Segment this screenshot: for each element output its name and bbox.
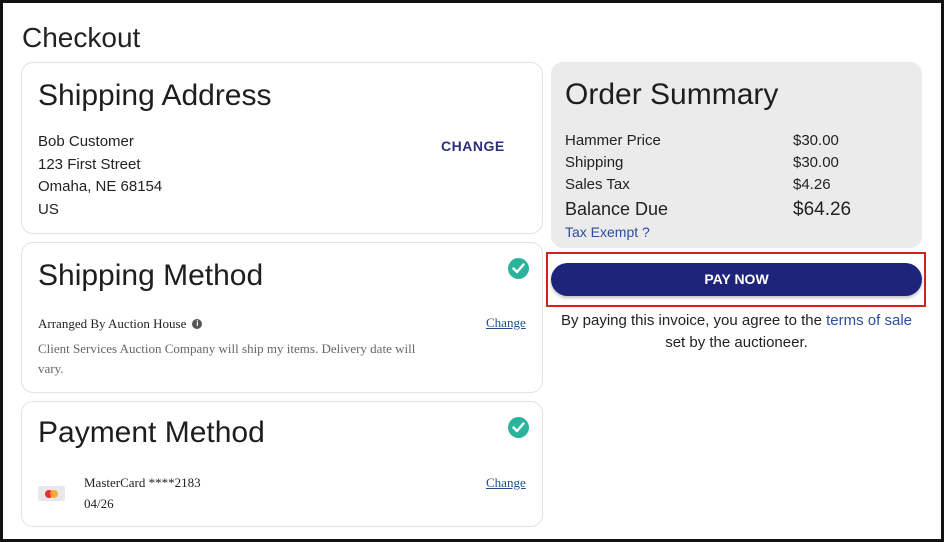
address-block: Bob Customer 123 First Street Omaha, NE … xyxy=(38,131,162,221)
card-expiry: 04/26 xyxy=(84,496,114,511)
terms-of-sale-link[interactable]: terms of sale xyxy=(826,312,912,329)
order-summary-heading: Order Summary xyxy=(565,78,779,111)
tax-exempt-link[interactable]: Tax Exempt ? xyxy=(565,224,650,240)
shipping-address-card: Shipping Address Bob Customer 123 First … xyxy=(21,62,543,234)
summary-label: Hammer Price xyxy=(565,132,661,149)
order-summary-panel: Order Summary Hammer Price $30.00 Shippi… xyxy=(551,62,922,248)
address-city: Omaha, NE 68154 xyxy=(38,178,163,195)
address-street: 123 First Street xyxy=(38,155,141,173)
address-country: US xyxy=(38,200,59,218)
shipping-method-name: Arranged By Auction House xyxy=(38,316,187,331)
summary-row-shipping: Shipping $30.00 xyxy=(565,154,855,171)
check-circle-icon xyxy=(508,258,529,279)
shipping-address-heading: Shipping Address xyxy=(38,79,272,112)
payment-method-card: Payment Method MasterCard ****2183 04/26… xyxy=(21,401,543,527)
shipping-method-heading: Shipping Method xyxy=(38,259,264,292)
summary-row-balance-due: Balance Due $64.26 xyxy=(565,199,855,220)
balance-due-label: Balance Due xyxy=(565,199,669,219)
shipping-method-name-row: Arranged By Auction House i xyxy=(38,316,203,332)
payment-method-heading: Payment Method xyxy=(38,416,265,449)
address-name: Bob Customer xyxy=(38,133,134,150)
summary-value: $30.00 xyxy=(793,154,839,171)
change-payment-method-link[interactable]: Change xyxy=(486,475,526,491)
summary-label: Shipping xyxy=(565,154,624,171)
check-circle-icon xyxy=(508,417,529,438)
balance-due-value: $64.26 xyxy=(793,199,852,220)
mastercard-icon xyxy=(38,486,65,501)
info-icon[interactable]: i xyxy=(192,319,203,329)
card-number: MasterCard ****2183 xyxy=(84,475,201,490)
change-address-button[interactable]: CHANGE xyxy=(441,138,505,154)
shipping-method-description: Client Services Auction Company will shi… xyxy=(38,341,416,376)
summary-row-hammer-price: Hammer Price $30.00 xyxy=(565,132,855,149)
terms-notice: By paying this invoice, you agree to the… xyxy=(551,310,922,354)
page-title: Checkout xyxy=(22,22,141,53)
terms-suffix: set by the auctioneer. xyxy=(665,334,808,351)
pay-now-button[interactable]: PAY NOW xyxy=(551,263,922,296)
terms-prefix: By paying this invoice, you agree to the xyxy=(560,312,822,329)
summary-value: $30.00 xyxy=(793,132,839,149)
summary-row-sales-tax: Sales Tax $4.26 xyxy=(565,176,855,193)
summary-value: $4.26 xyxy=(793,176,831,193)
summary-label: Sales Tax xyxy=(565,176,630,193)
shipping-method-card: Shipping Method Arranged By Auction Hous… xyxy=(21,242,543,393)
change-shipping-method-link[interactable]: Change xyxy=(486,315,526,331)
